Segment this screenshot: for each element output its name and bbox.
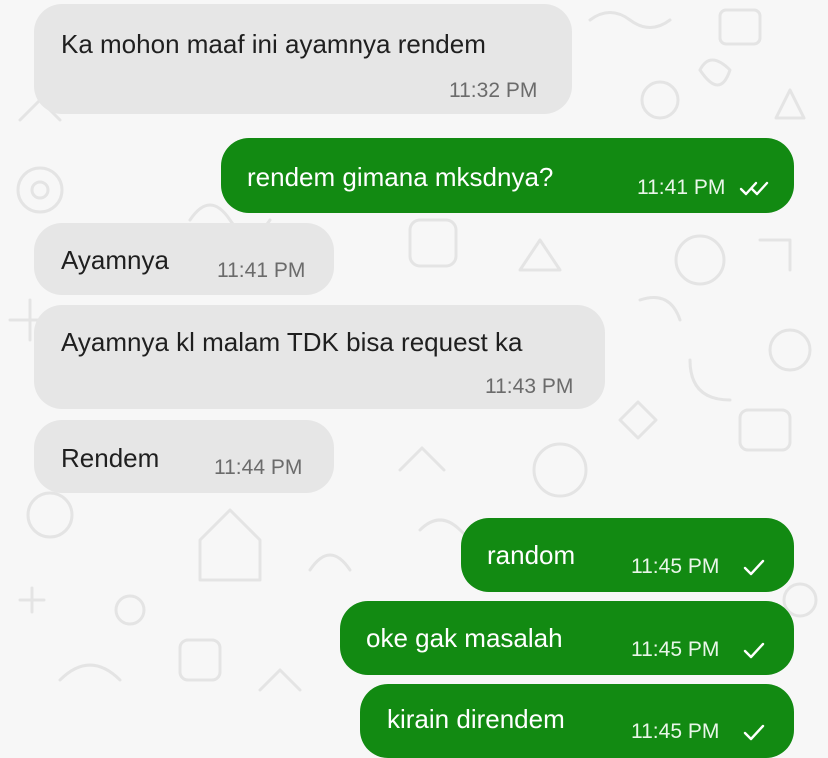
message-time: 11:41 PM bbox=[637, 176, 726, 199]
double-check-icon bbox=[739, 181, 769, 196]
incoming-message-bubble[interactable]: Ayamnya 11:41 PM bbox=[34, 223, 334, 295]
message-text: oke gak masalah bbox=[366, 623, 563, 653]
message-text: random bbox=[487, 540, 576, 570]
message-text: kirain direndem bbox=[387, 704, 565, 734]
incoming-message-bubble[interactable]: Rendem 11:44 PM bbox=[34, 420, 334, 493]
message-time: 11:44 PM bbox=[214, 456, 303, 479]
message-text: rendem gimana mksdnya? bbox=[247, 162, 554, 192]
message-time: 11:45 PM bbox=[631, 555, 720, 578]
message-time: 11:43 PM bbox=[485, 375, 574, 398]
message-time: 11:45 PM bbox=[631, 638, 720, 661]
message-text: Ayamnya bbox=[61, 245, 169, 275]
message-time: 11:41 PM bbox=[217, 259, 306, 282]
outgoing-message-bubble[interactable]: oke gak masalah 11:45 PM bbox=[340, 601, 794, 675]
message-text: Ka mohon maaf ini ayamnya rendem bbox=[61, 29, 486, 59]
message-time: 11:45 PM bbox=[631, 720, 720, 743]
incoming-message-bubble[interactable]: Ka mohon maaf ini ayamnya rendem 11:32 P… bbox=[34, 4, 572, 114]
outgoing-message-bubble[interactable]: kirain direndem 11:45 PM bbox=[360, 684, 794, 758]
message-text: Rendem bbox=[61, 443, 160, 473]
message-time: 11:32 PM bbox=[449, 79, 538, 102]
check-icon bbox=[743, 642, 765, 659]
chat-thread: Ka mohon maaf ini ayamnya rendem 11:32 P… bbox=[0, 0, 828, 758]
incoming-message-bubble[interactable]: Ayamnya kl malam TDK bisa request ka 11:… bbox=[34, 305, 605, 409]
message-text: Ayamnya kl malam TDK bisa request ka bbox=[61, 327, 523, 357]
check-icon bbox=[743, 559, 765, 576]
outgoing-message-bubble[interactable]: rendem gimana mksdnya? 11:41 PM bbox=[221, 138, 794, 213]
check-icon bbox=[743, 724, 765, 741]
outgoing-message-bubble[interactable]: random 11:45 PM bbox=[461, 518, 794, 592]
